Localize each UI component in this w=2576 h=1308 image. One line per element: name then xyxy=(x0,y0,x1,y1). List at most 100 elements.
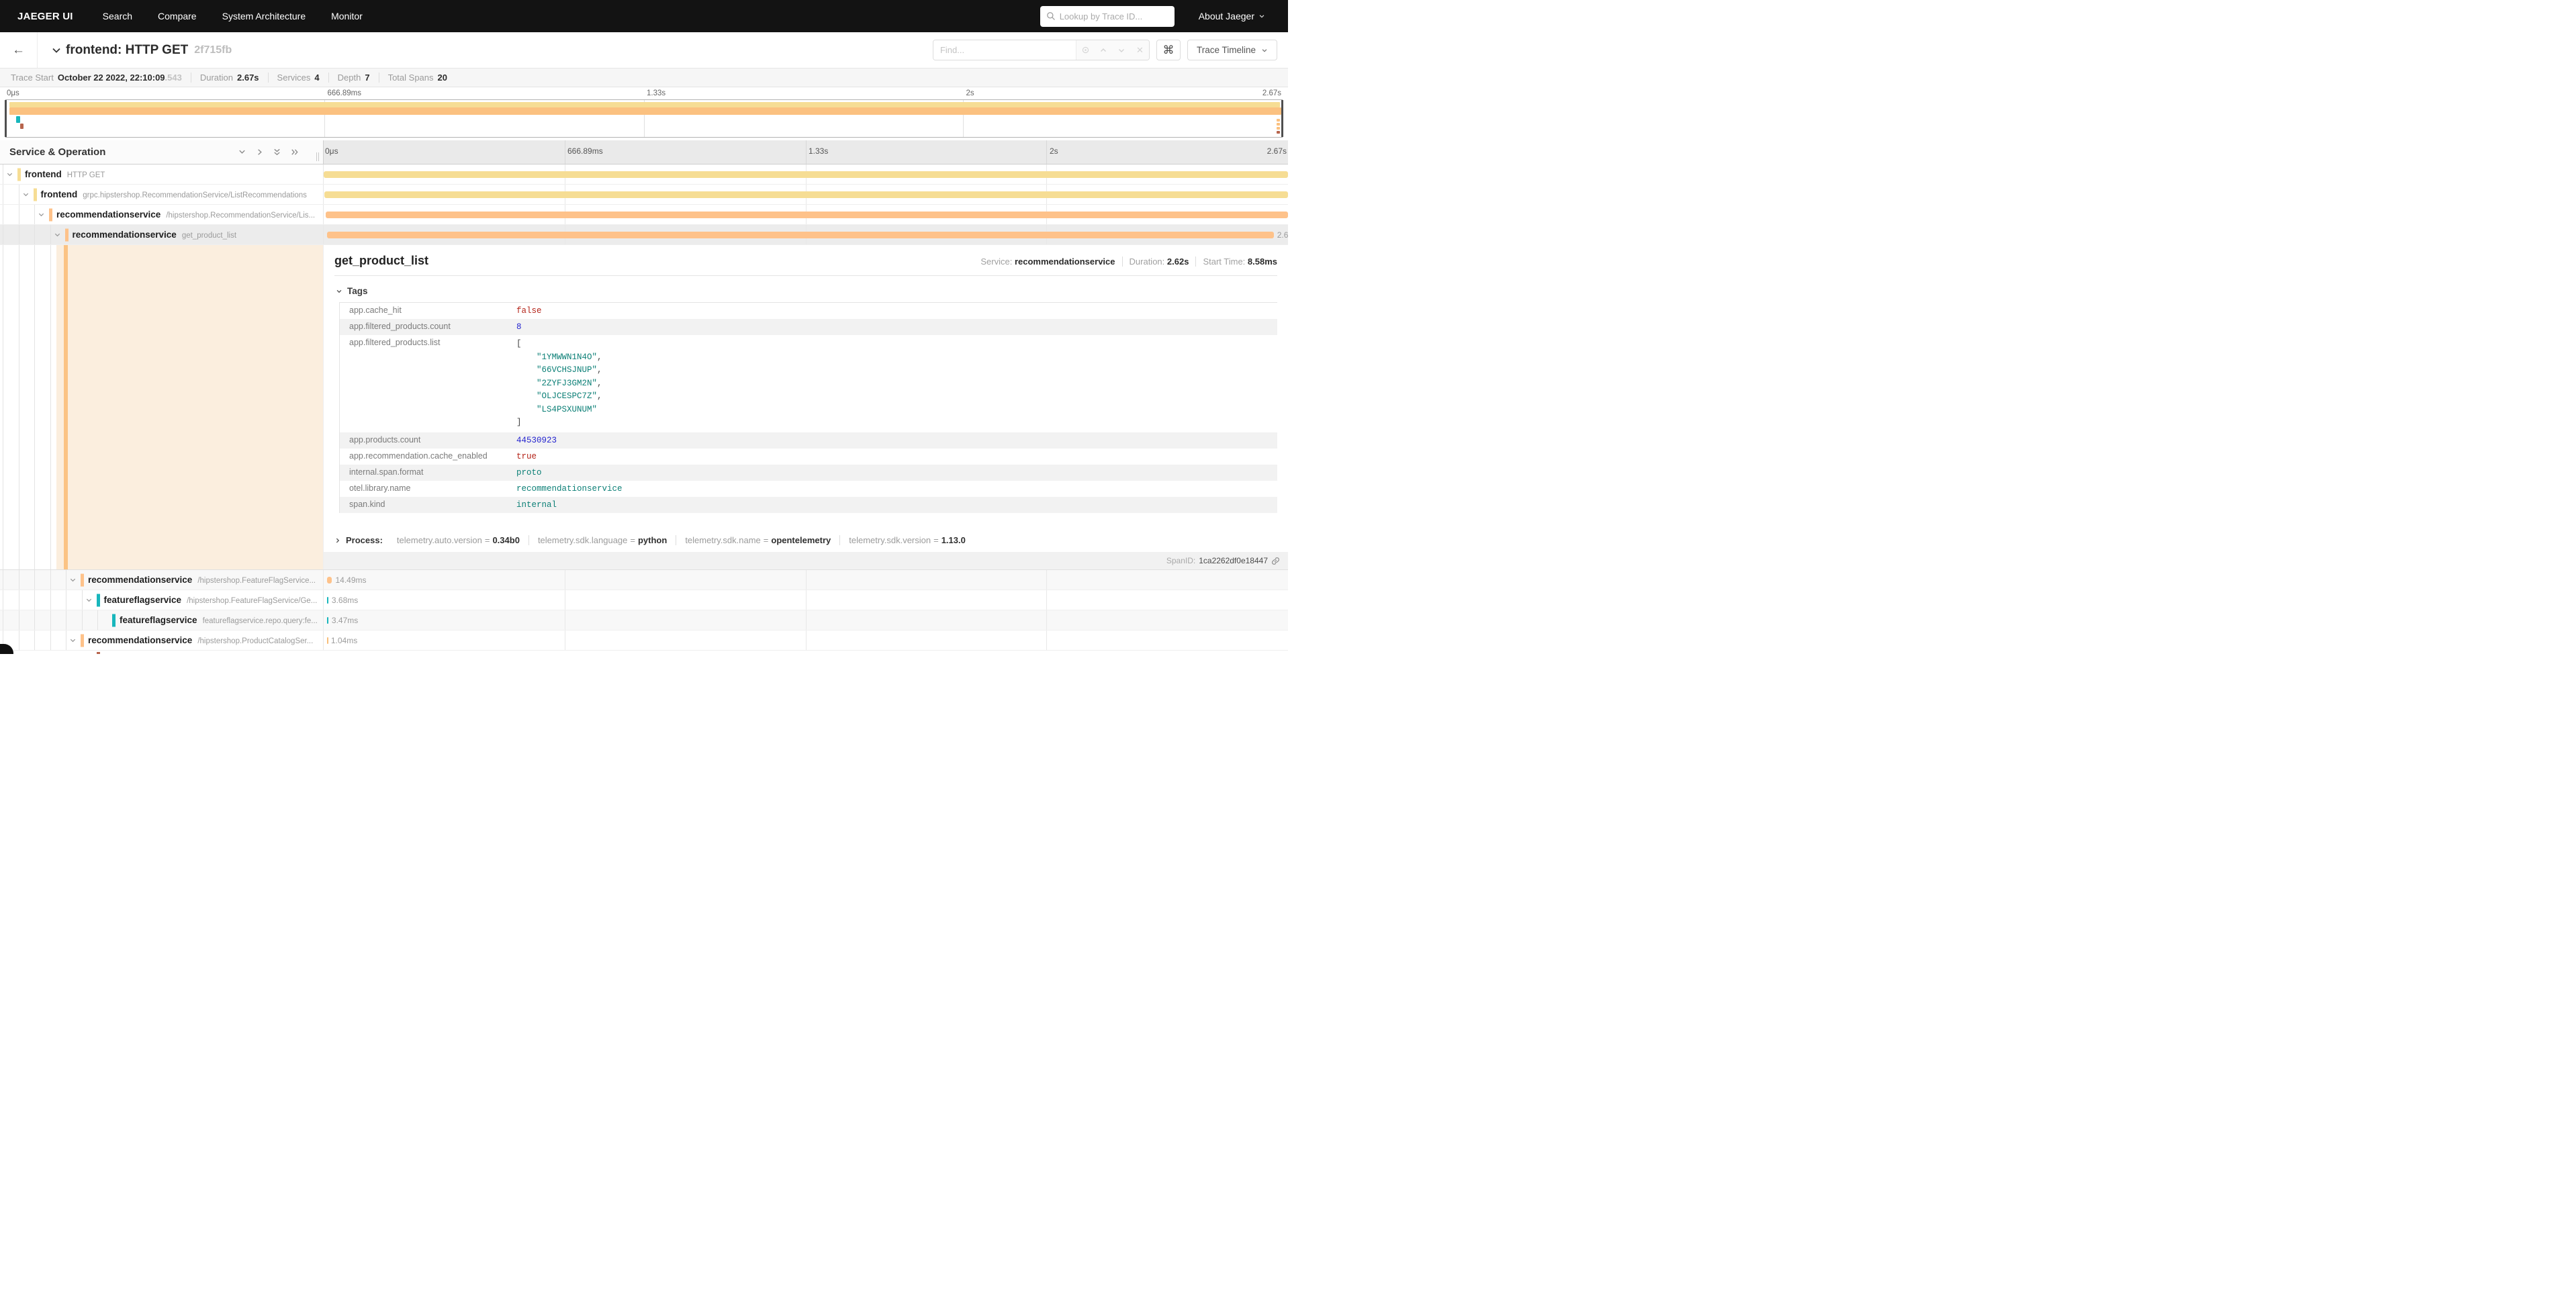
span-name-cell[interactable]: recommendationserviceget_product_list xyxy=(0,225,323,244)
span-row[interactable]: featureflagservice/hipstershop.FeatureFl… xyxy=(0,590,1288,610)
clear-find-icon[interactable]: ✕ xyxy=(1131,40,1149,60)
trace-start-label: Trace Start xyxy=(11,73,54,83)
time-tick-label: 0μs xyxy=(325,146,338,156)
span-timeline-cell[interactable]: 2.62s xyxy=(323,225,1288,244)
tag-row[interactable]: internal.span.formatproto xyxy=(340,465,1277,481)
span-row[interactable]: frontendHTTP GET xyxy=(0,165,1288,185)
span-labels: featureflagservice/hipstershop.FeatureFl… xyxy=(104,594,318,606)
chevron-down-icon[interactable] xyxy=(69,576,77,583)
summary-total-spans: Total Spans 20 xyxy=(379,73,456,83)
expand-one-icon[interactable] xyxy=(255,148,264,156)
chevron-down-icon[interactable] xyxy=(38,211,45,218)
span-duration-bar[interactable] xyxy=(327,577,332,583)
chevron-down-icon[interactable] xyxy=(6,171,13,178)
chevron-down-icon[interactable] xyxy=(22,191,30,198)
span-duration-bar[interactable] xyxy=(326,212,1288,218)
focus-match-icon[interactable] xyxy=(1076,40,1095,60)
span-duration-bar[interactable] xyxy=(327,637,328,644)
tags-section-toggle[interactable]: Tags xyxy=(336,286,1277,296)
chevron-down-icon xyxy=(51,45,62,56)
span-duration-bar[interactable] xyxy=(327,597,328,604)
back-button[interactable]: ← xyxy=(0,32,38,68)
tag-row[interactable]: app.filtered_products.list["1YMWWN1N4O",… xyxy=(340,335,1277,432)
about-jaeger-menu[interactable]: About Jaeger xyxy=(1199,11,1265,21)
span-row[interactable]: featureflagservicefeatureflagservice.rep… xyxy=(0,610,1288,630)
trace-lookup-box[interactable] xyxy=(1040,6,1175,27)
span-detail-title: get_product_list xyxy=(334,254,428,268)
span-row[interactable]: recommendationservice/hipstershop.Recomm… xyxy=(0,205,1288,225)
span-row[interactable]: recommendationservice/hipstershop.Featur… xyxy=(0,570,1288,590)
column-resizer[interactable] xyxy=(316,152,319,161)
tag-row[interactable]: span.kindinternal xyxy=(340,497,1277,513)
service-name: frontend xyxy=(41,189,78,199)
span-name-cell[interactable]: recommendationservice/hipstershop.Recomm… xyxy=(0,205,323,224)
span-name-cell[interactable]: recommendationservice/hipstershop.Produc… xyxy=(0,630,323,650)
span-row[interactable]: frontendgrpc.hipstershop.RecommendationS… xyxy=(0,185,1288,205)
trace-summary-bar: Trace Start October 22 2022, 22:10:09 .5… xyxy=(0,68,1288,87)
span-duration-bar[interactable] xyxy=(324,191,1288,198)
tag-key: app.filtered_products.list xyxy=(340,338,512,347)
collapse-one-icon[interactable] xyxy=(238,148,246,156)
nav-item-compare[interactable]: Compare xyxy=(158,11,197,21)
keyboard-shortcuts-button[interactable]: ⌘ xyxy=(1156,40,1181,60)
brand-jaeger-ui[interactable]: JAEGER UI xyxy=(17,11,73,22)
trace-lookup-input[interactable] xyxy=(1060,11,1168,21)
span-name-cell[interactable]: frontendgrpc.hipstershop.RecommendationS… xyxy=(0,185,323,204)
span-duration-label: 1.04ms xyxy=(331,636,357,645)
minimap-canvas[interactable] xyxy=(5,99,1283,138)
span-duration-bar[interactable] xyxy=(324,171,1288,178)
trace-id: 2f715fb xyxy=(194,44,232,56)
tag-row[interactable]: app.recommendation.cache_enabledtrue xyxy=(340,449,1277,465)
operation-name: get_product_list xyxy=(182,232,236,240)
span-timeline-cell[interactable] xyxy=(323,205,1288,224)
service-color-bar xyxy=(17,168,21,181)
tag-row[interactable]: app.products.count44530923 xyxy=(340,432,1277,449)
collapse-trace-title-button[interactable] xyxy=(51,45,62,56)
tag-value: recommendationservice xyxy=(512,483,1277,494)
span-row[interactable]: recommendationservice/hipstershop.Produc… xyxy=(0,630,1288,651)
minimap-span-bar xyxy=(1277,119,1280,122)
span-name-cell[interactable]: featureflagservicefeatureflagservice.rep… xyxy=(0,610,323,630)
prev-match-icon[interactable] xyxy=(1095,40,1113,60)
copy-link-icon[interactable] xyxy=(1271,557,1280,565)
next-match-icon[interactable] xyxy=(1113,40,1131,60)
span-name-cell[interactable]: frontendHTTP GET xyxy=(0,165,323,184)
span-detail-meta: Service: recommendationserviceDuration: … xyxy=(967,256,1277,267)
process-section[interactable]: Process:telemetry.auto.version=0.34b0tel… xyxy=(334,535,1277,545)
span-name-cell[interactable]: featureflagservice/hipstershop.FeatureFl… xyxy=(0,590,323,610)
minimap-span-bar xyxy=(1277,131,1280,134)
expand-all-icon[interactable] xyxy=(290,148,299,156)
chevron-down-icon[interactable] xyxy=(54,231,61,238)
tag-row[interactable]: app.filtered_products.count8 xyxy=(340,319,1277,335)
tag-value: 8 xyxy=(512,322,1277,332)
span-timeline-cell[interactable] xyxy=(323,185,1288,204)
span-timeline-cell[interactable]: 3.68ms xyxy=(323,590,1288,610)
span-timeline-cell[interactable]: 3.47ms xyxy=(323,610,1288,630)
detail-meta-item: Duration: 2.62s xyxy=(1122,256,1189,267)
span-timeline-cell[interactable]: 14.49ms xyxy=(323,570,1288,590)
minimap-left-drag-handle[interactable] xyxy=(5,100,7,137)
tree-guide-line xyxy=(34,630,35,650)
span-name-cell[interactable]: recommendationservice/hipstershop.Featur… xyxy=(0,570,323,590)
nav-item-search[interactable]: Search xyxy=(103,11,132,21)
nav-item-system-architecture[interactable]: System Architecture xyxy=(222,11,306,21)
nav-item-monitor[interactable]: Monitor xyxy=(331,11,363,21)
span-duration-bar[interactable] xyxy=(327,232,1274,238)
tree-guide-line xyxy=(82,610,83,630)
span-duration-bar[interactable] xyxy=(327,617,328,624)
tree-controls xyxy=(238,148,323,156)
chevron-down-icon[interactable] xyxy=(69,637,77,644)
find-input[interactable] xyxy=(933,40,1076,60)
tag-row[interactable]: app.cache_hitfalse xyxy=(340,303,1277,319)
trace-view-selector[interactable]: Trace Timeline xyxy=(1187,40,1277,60)
span-row[interactable]: recommendationserviceget_product_list2.6… xyxy=(0,225,1288,245)
minimap-right-drag-handle[interactable] xyxy=(1281,100,1283,137)
span-timeline-cell[interactable]: 1.04ms xyxy=(323,630,1288,650)
span-id-label: SpanID: xyxy=(1166,556,1195,565)
tag-key: app.cache_hit xyxy=(340,306,512,315)
chevron-down-icon[interactable] xyxy=(85,596,93,604)
tag-row[interactable]: otel.library.namerecommendationservice xyxy=(340,481,1277,497)
collapse-all-icon[interactable] xyxy=(273,148,281,156)
span-timeline-cell[interactable] xyxy=(323,165,1288,184)
service-color-bar xyxy=(81,573,84,586)
